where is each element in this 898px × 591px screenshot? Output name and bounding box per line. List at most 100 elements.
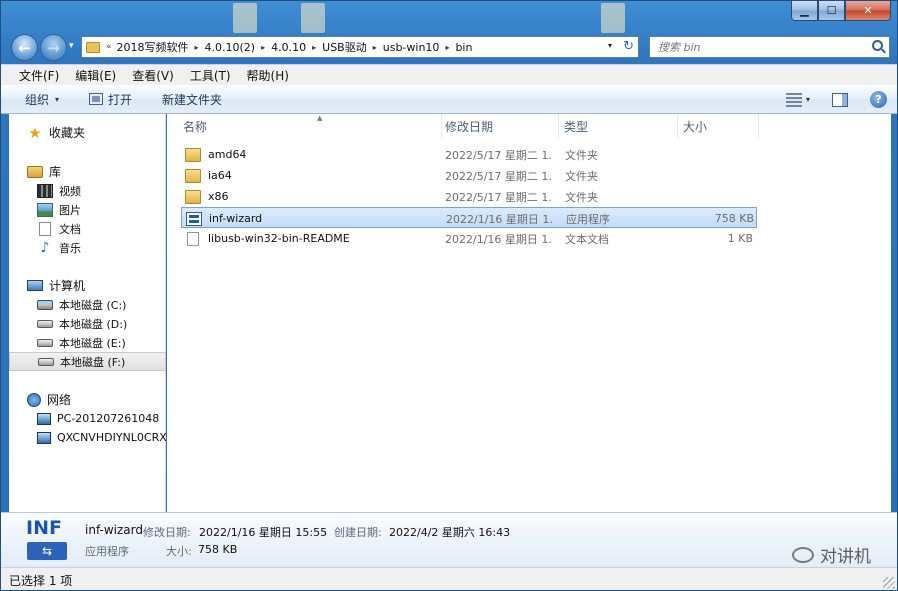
breadcrumb-item[interactable]: 2018写频软件	[117, 39, 189, 55]
desktop-file-icon	[233, 3, 257, 33]
column-header-name[interactable]: 名称 ▲	[177, 114, 442, 138]
breadcrumb-item[interactable]: USB驱动	[322, 39, 367, 55]
sidebar-item-computer[interactable]: 计算机	[9, 276, 166, 295]
sidebar-item-drive-d[interactable]: 本地磁盘 (D:)	[9, 314, 166, 333]
library-icon	[27, 165, 43, 178]
recent-pages-dropdown[interactable]: ▾	[69, 41, 74, 51]
watermark-text: 对讲机	[820, 547, 871, 567]
file-row[interactable]: x86 2022/5/17 星期二 1... 文件夹	[181, 186, 757, 207]
details-pane: INF ⇆ inf-wizard 修改日期: 2022/1/16 星期日 15:…	[1, 512, 897, 567]
usb-icon: ⇆	[27, 542, 67, 560]
breadcrumb-item[interactable]: 4.0.10(2)	[205, 41, 256, 54]
breadcrumb-separator-icon[interactable]: ▸	[312, 43, 316, 52]
sidebar-item-drive-f[interactable]: 本地磁盘 (F:)	[9, 352, 166, 371]
sidebar-item-videos[interactable]: 视频	[9, 181, 166, 200]
sidebar-item-network-pc[interactable]: QXCNVHDIYNL0CRX	[9, 428, 167, 447]
file-type: 文件夹	[565, 148, 598, 162]
navigation-pane: ★ 收藏夹 库 视频 图片 文档 ♪ 音乐 计算机 本地磁盘 (C:) 本地磁盘…	[9, 114, 167, 512]
column-header-size[interactable]: 大小	[677, 114, 759, 138]
column-header-label: 类型	[564, 119, 589, 134]
breadcrumb-separator-icon[interactable]: ▸	[373, 43, 377, 52]
open-button[interactable]: 打开	[81, 87, 140, 111]
libraries-group: 库 视频 图片 文档 ♪ 音乐	[9, 162, 166, 257]
search-icon[interactable]	[872, 40, 883, 51]
sidebar-item-libraries[interactable]: 库	[9, 162, 166, 181]
file-size: 758 KB	[714, 212, 754, 225]
new-folder-label: 新建文件夹	[162, 92, 223, 107]
new-folder-button[interactable]: 新建文件夹	[154, 87, 230, 111]
breadcrumb-separator-icon[interactable]: ▸	[261, 43, 265, 52]
breadcrumb-separator-icon[interactable]: ▸	[445, 43, 449, 52]
column-header-date[interactable]: 修改日期	[439, 114, 559, 138]
maximize-button[interactable]: ☐	[818, 1, 845, 21]
refresh-icon[interactable]: ↻	[623, 39, 634, 54]
details-modified-label: 修改日期:	[143, 526, 191, 539]
preview-pane-icon[interactable]	[832, 92, 848, 107]
sidebar-item-drive-c[interactable]: 本地磁盘 (C:)	[9, 295, 166, 314]
status-text: 已选择 1 项	[9, 573, 73, 588]
file-type: 文本文档	[565, 232, 609, 246]
breadcrumb: 2018写频软件 ▸ 4.0.10(2) ▸ 4.0.10 ▸ USB驱动 ▸ usb-win1…	[117, 39, 473, 55]
command-bar: 组织 ▾ 打开 新建文件夹 ▾ ?	[1, 85, 897, 114]
network-icon	[27, 392, 41, 407]
column-header-type[interactable]: 类型	[558, 114, 678, 138]
views-icon[interactable]	[785, 92, 802, 107]
picture-icon	[37, 202, 53, 217]
file-type: 文件夹	[565, 169, 598, 183]
network-computer-icon	[37, 431, 51, 444]
details-modified-value: 2022/1/16 星期日 15:55	[199, 526, 328, 539]
menu-help[interactable]: 帮助(H)	[239, 67, 297, 84]
sidebar-item-label: 音乐	[59, 241, 81, 255]
desktop-icons-behind	[1, 1, 701, 33]
details-created-value: 2022/4/2 星期六 16:43	[389, 526, 511, 539]
minimize-button[interactable]: ▁	[791, 1, 818, 21]
sidebar-item-documents[interactable]: 文档	[9, 219, 166, 238]
breadcrumb-item[interactable]: usb-win10	[383, 41, 440, 54]
file-type: 文件夹	[565, 190, 598, 204]
breadcrumb-item[interactable]: bin	[455, 41, 472, 54]
organize-label: 组织	[25, 92, 50, 107]
details-created-label: 创建日期:	[334, 526, 382, 539]
sidebar-item-network[interactable]: 网络	[9, 390, 166, 409]
desktop-file-icon	[601, 3, 625, 33]
sidebar-item-drive-e[interactable]: 本地磁盘 (E:)	[9, 333, 166, 352]
file-row-selected[interactable]: inf-wizard 2022/1/16 星期日 1... 应用程序 758 K…	[181, 207, 757, 228]
sidebar-item-label: 本地磁盘 (F:)	[60, 355, 126, 369]
file-row[interactable]: ia64 2022/5/17 星期二 1... 文件夹	[181, 165, 757, 186]
menu-view[interactable]: 查看(V)	[124, 67, 182, 84]
resize-grip[interactable]	[883, 577, 895, 589]
inf-application-icon: INF ⇆	[23, 517, 71, 563]
organize-button[interactable]: 组织 ▾	[17, 87, 67, 111]
help-icon[interactable]: ?	[870, 91, 887, 108]
drive-icon	[37, 338, 53, 347]
navigation-row: ← → ▾ « 2018写频软件 ▸ 4.0.10(2) ▸ 4.0.10 ▸ USB驱动 ▸…	[1, 31, 897, 63]
menu-tools[interactable]: 工具(T)	[182, 67, 239, 84]
search-input[interactable]	[658, 40, 868, 54]
address-bar[interactable]: « 2018写频软件 ▸ 4.0.10(2) ▸ 4.0.10 ▸ USB驱动 ▸ usb-wi…	[81, 36, 639, 58]
sidebar-item-label: QXCNVHDIYNL0CRX	[57, 431, 167, 444]
icon-caption: INF	[26, 517, 62, 539]
system-drive-icon	[37, 299, 53, 310]
details-file-type: 应用程序	[85, 545, 129, 558]
sidebar-item-pictures[interactable]: 图片	[9, 200, 166, 219]
breadcrumb-separator-icon[interactable]: ▸	[195, 43, 199, 52]
breadcrumb-item[interactable]: 4.0.10	[271, 41, 306, 54]
sidebar-item-label: PC-201207261048	[57, 412, 160, 425]
back-button[interactable]: ←	[11, 34, 38, 61]
sidebar-item-label: 网络	[47, 393, 72, 407]
address-dropdown[interactable]: ▾	[608, 41, 612, 50]
sidebar-item-music[interactable]: ♪ 音乐	[9, 238, 166, 257]
close-button[interactable]: ✕	[845, 1, 891, 21]
file-name: libusb-win32-bin-README	[208, 232, 350, 245]
breadcrumb-overflow[interactable]: «	[106, 42, 112, 52]
computer-group: 计算机 本地磁盘 (C:) 本地磁盘 (D:) 本地磁盘 (E:) 本地磁盘 (…	[9, 276, 166, 371]
menu-file[interactable]: 文件(F)	[11, 67, 67, 84]
forward-button[interactable]: →	[40, 34, 67, 61]
menu-edit[interactable]: 编辑(E)	[67, 67, 124, 84]
sidebar-item-network-pc[interactable]: PC-201207261048	[9, 409, 166, 428]
file-row[interactable]: amd64 2022/5/17 星期二 1... 文件夹	[181, 144, 757, 165]
details-size-label: 大小:	[166, 545, 192, 558]
file-row[interactable]: libusb-win32-bin-README 2022/1/16 星期日 1.…	[181, 228, 757, 249]
sidebar-item-favorites[interactable]: ★ 收藏夹	[9, 123, 166, 142]
chevron-down-icon[interactable]: ▾	[806, 95, 810, 104]
